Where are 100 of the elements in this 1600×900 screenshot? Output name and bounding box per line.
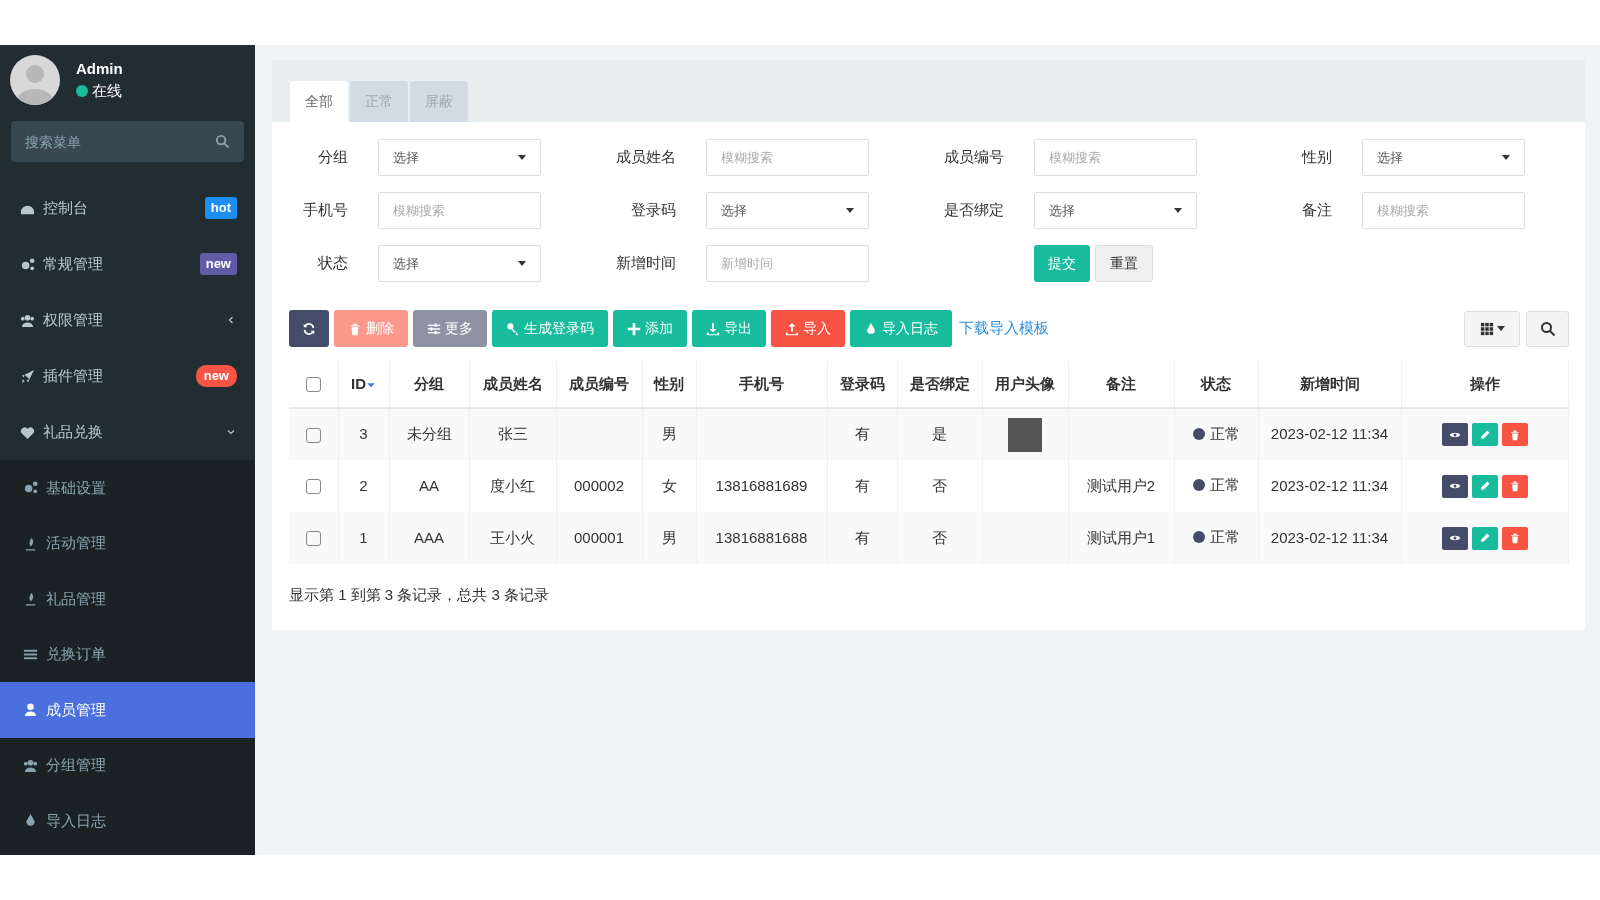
- table-cell: 男: [661, 425, 677, 443]
- drop-icon: [864, 321, 878, 336]
- pencil-icon: [1478, 532, 1491, 544]
- menu-item[interactable]: 插件管理 new: [0, 348, 255, 404]
- view-button[interactable]: [1441, 474, 1468, 498]
- table-cell: 13816881689: [715, 476, 808, 494]
- plus-icon: [627, 321, 641, 336]
- table-cell: 测试用户2: [1086, 476, 1156, 494]
- upload-icon: [785, 321, 799, 336]
- table-cell: AAA: [414, 528, 444, 546]
- table-cell: 男: [661, 528, 677, 546]
- table-cell: 否: [932, 476, 947, 494]
- users-icon: [20, 312, 35, 328]
- table-cell: 张三: [497, 425, 528, 443]
- status-text: 正常: [1209, 423, 1240, 444]
- search-icon: [215, 134, 230, 149]
- delete-button[interactable]: [1501, 526, 1528, 550]
- select-field[interactable]: 选择: [1034, 192, 1197, 229]
- row-checkbox[interactable]: [305, 479, 321, 495]
- table-cell: 未分组: [406, 425, 452, 443]
- delete-button[interactable]: [1501, 423, 1528, 446]
- row-checkbox[interactable]: [305, 531, 321, 547]
- menu-item[interactable]: 礼品兑换: [0, 404, 255, 460]
- field-label: 手机号: [302, 200, 349, 221]
- field-label: 新增时间: [615, 253, 677, 274]
- avatar-placeholder: [10, 55, 60, 105]
- table-cell: 3: [359, 425, 368, 443]
- filter-tab[interactable]: 全部: [290, 81, 348, 122]
- status-text: 在线: [92, 81, 122, 101]
- menu-item[interactable]: 成员管理: [0, 682, 255, 738]
- menu-item[interactable]: 权限管理: [0, 292, 255, 348]
- refresh-icon: [302, 321, 316, 336]
- view-button[interactable]: [1441, 423, 1468, 446]
- field-label: 性别: [1300, 147, 1333, 168]
- field-label: 备注: [1301, 200, 1333, 221]
- leaf-icon: [23, 591, 38, 607]
- user-icon: [23, 702, 38, 718]
- row-checkbox[interactable]: [305, 427, 321, 443]
- trash-icon: [1508, 428, 1521, 441]
- table-cell: AA: [419, 476, 439, 494]
- select-field[interactable]: 选择: [378, 245, 541, 282]
- table-cell: 有: [854, 425, 870, 443]
- table-cell: 1: [359, 528, 368, 546]
- import-button[interactable]: 导入: [771, 310, 845, 347]
- table-cell: 是: [932, 425, 947, 443]
- table-cell: 2: [359, 476, 368, 494]
- table-cell: 000002: [573, 476, 625, 494]
- delete-button[interactable]: [1501, 474, 1528, 498]
- key-icon: [506, 321, 520, 336]
- field-label: 登录码: [630, 200, 677, 221]
- select-all-checkbox[interactable]: [305, 377, 321, 393]
- leaf-icon: [23, 535, 38, 551]
- field-label: 成员编号: [943, 147, 1005, 168]
- table-cell: 度小红: [490, 476, 535, 494]
- select-field[interactable]: 选择: [706, 192, 869, 229]
- sliders-icon: [427, 321, 441, 336]
- trash-icon: [1508, 480, 1521, 492]
- badge: new: [195, 365, 237, 387]
- badge: new: [199, 253, 237, 275]
- table-cell: 测试用户1: [1086, 528, 1156, 546]
- columns-button[interactable]: [1464, 310, 1520, 347]
- pagination-info: 显示第 1 到第 3 条记录，总共 3 条记录: [288, 585, 551, 605]
- input-field[interactable]: 模糊搜索: [1362, 192, 1525, 229]
- status-text: 正常: [1209, 475, 1240, 496]
- select-field[interactable]: 选择: [1362, 139, 1525, 176]
- field-label: 是否绑定: [943, 200, 1005, 221]
- view-button[interactable]: [1441, 526, 1468, 550]
- reset-button[interactable]: 重置: [1095, 245, 1153, 282]
- table-cell: 2023-02-12 11:34: [1270, 476, 1389, 494]
- menu-item[interactable]: 控制台 hot: [0, 180, 255, 236]
- download-icon: [706, 321, 720, 336]
- users-icon: [23, 757, 38, 773]
- drop-icon: [23, 813, 38, 829]
- pencil-icon: [1478, 428, 1491, 441]
- input-field[interactable]: 模糊搜索: [378, 192, 541, 229]
- user-name: Admin: [76, 58, 123, 79]
- input-field[interactable]: 模糊搜索: [706, 139, 869, 176]
- heart-icon: [20, 424, 35, 440]
- table-cell: 有: [854, 528, 870, 546]
- field-label: 分组: [317, 147, 349, 168]
- select-field[interactable]: 选择: [378, 139, 541, 176]
- table-cell: 2023-02-12 11:34: [1270, 528, 1389, 546]
- menu-search-field[interactable]: 搜索菜单: [11, 121, 244, 162]
- refresh-button[interactable]: [289, 310, 329, 347]
- input-field[interactable]: 新增时间: [706, 245, 869, 282]
- pencil-icon: [1478, 480, 1491, 492]
- template-link[interactable]: 下载导入模板: [959, 317, 1049, 340]
- status-text: 正常: [1209, 527, 1240, 548]
- field-label: 成员姓名: [615, 147, 677, 168]
- badge: hot: [204, 197, 237, 219]
- search-button[interactable]: [1526, 310, 1569, 347]
- table-cell: 王小火: [490, 528, 535, 546]
- table-cell: 否: [932, 528, 947, 546]
- input-field[interactable]: 模糊搜索: [1034, 139, 1197, 176]
- table-cell: 000001: [573, 528, 625, 546]
- table-cell: 13816881688: [715, 528, 808, 546]
- table-cell: 2023-02-12 11:34: [1270, 425, 1389, 443]
- menu-item[interactable]: 常规管理 new: [0, 236, 255, 292]
- field-label: 状态: [317, 253, 349, 274]
- trash-icon: [1508, 532, 1521, 544]
